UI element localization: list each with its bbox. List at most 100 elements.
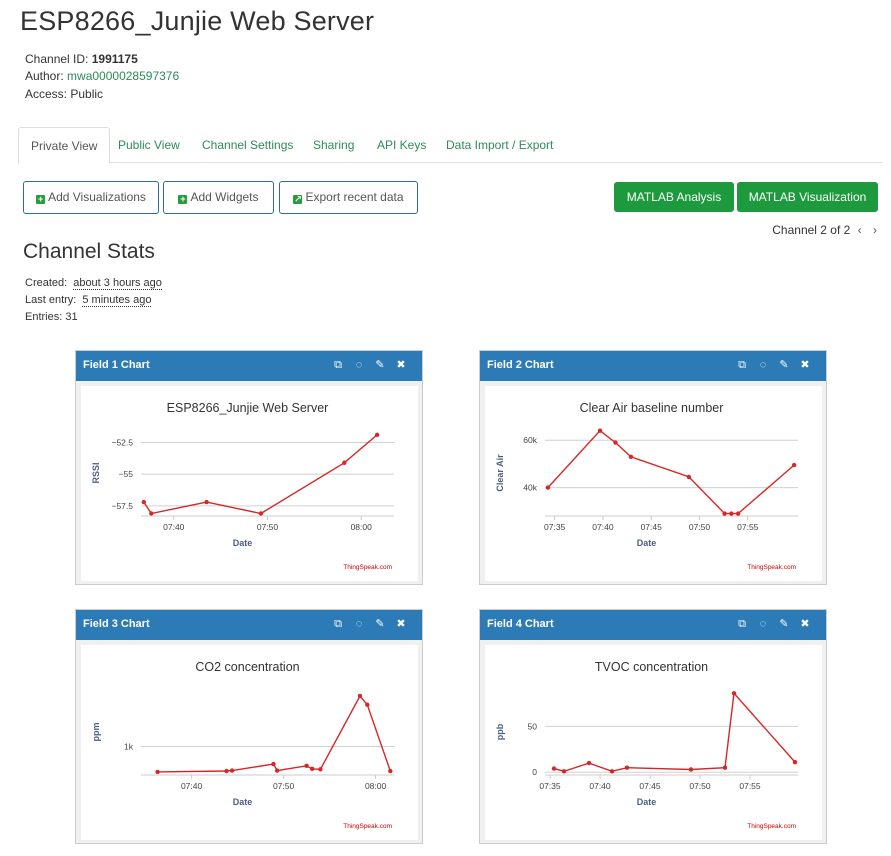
pencil-icon[interactable]: ✎ bbox=[373, 358, 387, 371]
x-tick-label: 07:50 bbox=[689, 522, 711, 532]
add-widgets-button[interactable]: + Add Widgets bbox=[163, 181, 274, 214]
y-tick-label: −57.5 bbox=[111, 501, 133, 511]
open-window-icon[interactable]: ⧉ bbox=[331, 618, 345, 631]
chart-title: TVOC concentration bbox=[595, 660, 708, 674]
data-point bbox=[628, 454, 634, 459]
comment-icon[interactable]: ◌ bbox=[352, 359, 366, 371]
data-point bbox=[586, 760, 592, 766]
y-tick-label: 40k bbox=[523, 483, 537, 493]
series-line bbox=[553, 691, 796, 773]
add-visualizations-label: Add Visualizations bbox=[48, 190, 146, 204]
y-axis-title: Clear Air bbox=[495, 454, 505, 492]
data-point bbox=[342, 460, 347, 465]
chart-title: Clear Air baseline number bbox=[580, 401, 724, 415]
data-point bbox=[224, 768, 229, 774]
entries-value: 31 bbox=[65, 311, 78, 323]
widget-toolbar: ⧉ ◌ ✎ ✖ bbox=[324, 358, 408, 372]
data-point bbox=[204, 499, 209, 505]
created-label: Created: bbox=[25, 277, 68, 289]
data-point bbox=[624, 765, 630, 770]
data-point bbox=[388, 768, 393, 774]
pencil-icon[interactable]: ✎ bbox=[373, 617, 387, 630]
data-point bbox=[597, 428, 603, 433]
y-tick-label: 0 bbox=[532, 767, 537, 777]
y-axis-title: ppm bbox=[91, 723, 101, 742]
x-tick-label: 07:45 bbox=[641, 522, 663, 532]
x-tick-label: 07:55 bbox=[739, 781, 761, 791]
x-axis-title: Date bbox=[637, 797, 657, 807]
x-tick-label: 08:00 bbox=[351, 522, 373, 532]
x-tick-label: 07:45 bbox=[639, 781, 661, 791]
chart-svg: CO2 concentration 1k 07:40 07:50 08:00 Date pp… bbox=[91, 660, 394, 830]
export-recent-data-button[interactable]: ↗ Export recent data bbox=[279, 181, 418, 214]
tab-sharing[interactable]: Sharing bbox=[301, 127, 366, 163]
plus-icon: + bbox=[178, 194, 188, 204]
comment-icon[interactable]: ◌ bbox=[756, 618, 770, 630]
field-4-chart-widget: Field 4 Chart ⧉ ◌ ✎ ✖ TVOC concentration 0 50 07… bbox=[479, 609, 827, 844]
data-point bbox=[141, 499, 147, 505]
chart-credit: ThingSpeak.com bbox=[747, 564, 796, 571]
data-point bbox=[609, 769, 615, 774]
series-line bbox=[157, 694, 391, 773]
data-point bbox=[318, 767, 323, 772]
export-icon: ↗ bbox=[293, 194, 303, 204]
access-label: Access: bbox=[25, 87, 68, 101]
chevron-right-icon[interactable]: › bbox=[873, 223, 877, 237]
channel-stats-title: Channel Stats bbox=[23, 240, 155, 263]
open-window-icon[interactable]: ⧉ bbox=[331, 359, 345, 372]
x-tick-label: 07:40 bbox=[589, 781, 611, 791]
data-point bbox=[309, 766, 315, 772]
close-icon[interactable]: ✖ bbox=[798, 617, 812, 630]
created-value: about 3 hours ago bbox=[73, 277, 162, 290]
close-icon[interactable]: ✖ bbox=[394, 358, 408, 371]
entries-row: Entries: 31 bbox=[25, 311, 78, 323]
chart-title: CO2 concentration bbox=[195, 660, 299, 674]
comment-icon[interactable]: ◌ bbox=[352, 618, 366, 630]
open-window-icon[interactable]: ⧉ bbox=[735, 618, 749, 631]
author-row: Author: mwa0000028597376 bbox=[25, 69, 179, 83]
channel-id-label: Channel ID: bbox=[25, 52, 89, 66]
matlab-analysis-button[interactable]: MATLAB Analysis bbox=[614, 182, 734, 212]
widget-toolbar: ⧉ ◌ ✎ ✖ bbox=[728, 617, 812, 631]
widget-toolbar: ⧉ ◌ ✎ ✖ bbox=[324, 617, 408, 631]
y-tick-label: −55 bbox=[119, 469, 134, 479]
x-axis-title: Date bbox=[637, 538, 657, 548]
chart-credit: ThingSpeak.com bbox=[343, 564, 392, 571]
chevron-left-icon[interactable]: ‹ bbox=[858, 223, 862, 237]
field-2-chart-widget: Field 2 Chart ⧉ ◌ ✎ ✖ Clear Air baseline numb… bbox=[479, 350, 827, 585]
comment-icon[interactable]: ◌ bbox=[756, 359, 770, 371]
tab-api-keys[interactable]: API Keys bbox=[365, 127, 438, 163]
access-value: Public bbox=[70, 87, 104, 101]
widget-header: Field 3 Chart ⧉ ◌ ✎ ✖ bbox=[76, 610, 422, 640]
x-axis-title: Date bbox=[233, 538, 253, 548]
widget-header: Field 4 Chart ⧉ ◌ ✎ ✖ bbox=[480, 610, 826, 640]
chart-svg: Clear Air baseline number 40k 60k 07:35 07:4… bbox=[495, 401, 798, 571]
channel-id-row: Channel ID: 1991175 bbox=[25, 52, 138, 66]
chart-credit: ThingSpeak.com bbox=[343, 823, 392, 830]
data-point bbox=[792, 759, 798, 765]
tab-public-view[interactable]: Public View bbox=[106, 127, 192, 163]
y-tick-label: 1k bbox=[124, 741, 134, 751]
pencil-icon[interactable]: ✎ bbox=[777, 358, 791, 371]
tab-channel-settings[interactable]: Channel Settings bbox=[190, 127, 305, 163]
add-visualizations-button[interactable]: + Add Visualizations bbox=[23, 181, 159, 214]
data-point bbox=[722, 765, 728, 770]
author-link[interactable]: mwa0000028597376 bbox=[67, 69, 179, 83]
close-icon[interactable]: ✖ bbox=[798, 358, 812, 371]
widget-header: Field 2 Chart ⧉ ◌ ✎ ✖ bbox=[480, 351, 826, 381]
export-recent-data-label: Export recent data bbox=[305, 190, 404, 204]
access-row: Access: Public bbox=[25, 87, 103, 101]
add-widgets-label: Add Widgets bbox=[190, 190, 259, 204]
tab-data-import-export[interactable]: Data Import / Export bbox=[434, 127, 565, 163]
last-entry-value: 5 minutes ago bbox=[82, 294, 152, 307]
y-axis-title: ppb bbox=[495, 723, 505, 740]
data-point bbox=[304, 763, 309, 768]
close-icon[interactable]: ✖ bbox=[394, 617, 408, 630]
y-tick-label: 60k bbox=[523, 435, 537, 445]
tab-private-view[interactable]: Private View bbox=[18, 127, 111, 164]
pencil-icon[interactable]: ✎ bbox=[777, 617, 791, 630]
open-window-icon[interactable]: ⧉ bbox=[735, 359, 749, 372]
matlab-visualization-button[interactable]: MATLAB Visualization bbox=[737, 182, 878, 212]
x-tick-label: 07:50 bbox=[689, 781, 711, 791]
widget-title: Field 4 Chart bbox=[487, 618, 554, 630]
